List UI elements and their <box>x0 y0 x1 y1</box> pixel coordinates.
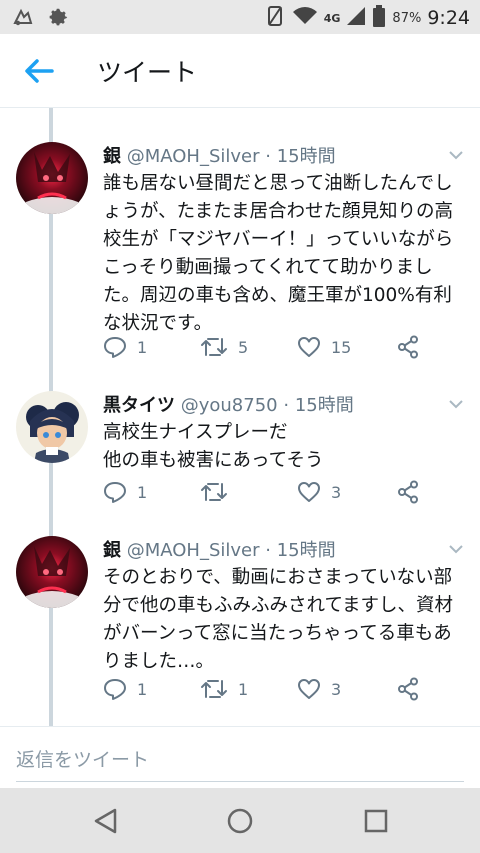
like-count: 3 <box>331 679 342 699</box>
gear-icon <box>48 6 70 32</box>
tweet-actions: 1 1 3 <box>103 677 443 703</box>
reply-button[interactable]: 1 <box>103 480 147 504</box>
tweet[interactable]: 銀 @MAOH_Silver · 15時間 そのとおりで、動画におさまっていない… <box>0 536 480 716</box>
retweet-icon <box>201 483 227 501</box>
like-count: 3 <box>331 482 342 502</box>
avatar[interactable] <box>16 142 88 214</box>
share-button[interactable] <box>397 677 419 701</box>
reply-icon <box>104 482 126 503</box>
reply-count: 1 <box>137 679 148 699</box>
tweet[interactable]: 銀 @MAOH_Silver · 15時間 誰も居ない昼間だと思って油断したんで… <box>0 142 480 370</box>
back-button[interactable] <box>22 56 56 86</box>
reply-icon <box>104 679 126 700</box>
tweet-menu-button[interactable] <box>448 540 464 554</box>
share-button[interactable] <box>397 335 419 359</box>
wifi-icon <box>292 6 318 30</box>
user-handle[interactable]: @MAOH_Silver <box>127 146 260 167</box>
reply-underline <box>16 781 464 782</box>
tweet-text: そのとおりで、動画におさまっていない部分で他の車もふみふみされてますし、資材がバ… <box>103 567 454 672</box>
tweet-menu-button[interactable] <box>448 146 464 160</box>
timestamp: 15時間 <box>294 395 354 416</box>
tweet[interactable]: 黒タイツ @you8750 · 15時間 高校生ナイスプレーだ 他の車も被害にあ… <box>0 391 480 509</box>
triangle-back-icon <box>94 808 117 834</box>
signal-icon <box>346 6 366 30</box>
tweet-actions: 1 5 15 <box>103 335 443 361</box>
heart-icon <box>298 482 320 502</box>
display-name[interactable]: 銀 <box>103 146 121 167</box>
share-icon <box>398 480 418 504</box>
android-nav-bar <box>0 788 480 853</box>
vibrate-icon <box>264 5 286 31</box>
heart-icon <box>298 337 320 357</box>
retweet-icon <box>201 680 227 698</box>
avatar[interactable] <box>16 391 88 463</box>
tweet-header: 銀 @MAOH_Silver · 15時間 <box>103 536 336 562</box>
display-name[interactable]: 銀 <box>103 540 121 561</box>
battery-percent: 87% <box>392 10 422 26</box>
nav-back-button[interactable] <box>91 806 121 836</box>
circle-home-icon <box>227 808 253 834</box>
page-title: ツイート <box>97 58 198 87</box>
reply-icon <box>104 337 126 358</box>
share-icon <box>398 677 418 701</box>
chevron-down-icon <box>449 545 463 554</box>
separator-dot: · <box>283 395 290 416</box>
arrow-left-icon <box>25 59 54 83</box>
clock: 9:24 <box>427 7 470 29</box>
separator-dot: · <box>265 540 271 561</box>
like-button[interactable]: 3 <box>297 677 341 701</box>
chevron-down-icon <box>449 400 463 409</box>
like-count: 15 <box>331 337 352 357</box>
tweet-menu-button[interactable] <box>448 395 464 409</box>
timestamp: 15時間 <box>276 146 336 167</box>
tweet-header: 銀 @MAOH_Silver · 15時間 <box>103 142 336 168</box>
heart-icon <box>298 679 320 699</box>
network-type: 4G <box>323 11 341 25</box>
reply-button[interactable]: 1 <box>103 677 147 701</box>
retweet-button[interactable] <box>200 480 238 504</box>
app-notification-icon <box>12 7 34 31</box>
nav-recents-button[interactable] <box>361 806 391 836</box>
app-header: ツイート <box>0 34 480 108</box>
share-icon <box>398 335 418 359</box>
retweet-button[interactable]: 1 <box>200 677 248 701</box>
retweet-icon <box>201 338 227 356</box>
retweet-count: 1 <box>238 679 249 699</box>
avatar[interactable] <box>16 536 88 608</box>
reply-count: 1 <box>137 337 148 357</box>
retweet-count: 5 <box>238 337 249 357</box>
user-handle[interactable]: @MAOH_Silver <box>127 540 260 561</box>
battery-icon <box>372 5 386 31</box>
square-recents-icon <box>364 809 388 833</box>
tweet-text: 高校生ナイスプレーだ 他の車も被害にあってそう <box>103 422 324 471</box>
timestamp: 15時間 <box>276 540 336 561</box>
tweet-actions: 1 3 <box>103 480 443 506</box>
reply-input[interactable]: 返信をツイート <box>16 745 149 772</box>
status-bar: 4G 87% 9:24 <box>0 0 480 34</box>
like-button[interactable]: 15 <box>297 335 351 359</box>
reply-button[interactable]: 1 <box>103 335 147 359</box>
retweet-button[interactable]: 5 <box>200 335 248 359</box>
nav-home-button[interactable] <box>225 806 255 836</box>
share-button[interactable] <box>397 480 419 504</box>
separator-dot: · <box>265 146 271 167</box>
tweet-text: 誰も居ない昼間だと思って油断したんでしょうが、たまたま居合わせた顔見知りの高校生… <box>103 173 454 334</box>
like-button[interactable]: 3 <box>297 480 341 504</box>
tweet-header: 黒タイツ @you8750 · 15時間 <box>103 391 354 417</box>
chevron-down-icon <box>449 151 463 160</box>
reply-composer: 返信をツイート <box>0 726 480 788</box>
reply-count: 1 <box>137 482 148 502</box>
display-name[interactable]: 黒タイツ <box>103 395 175 416</box>
user-handle[interactable]: @you8750 <box>181 395 278 416</box>
